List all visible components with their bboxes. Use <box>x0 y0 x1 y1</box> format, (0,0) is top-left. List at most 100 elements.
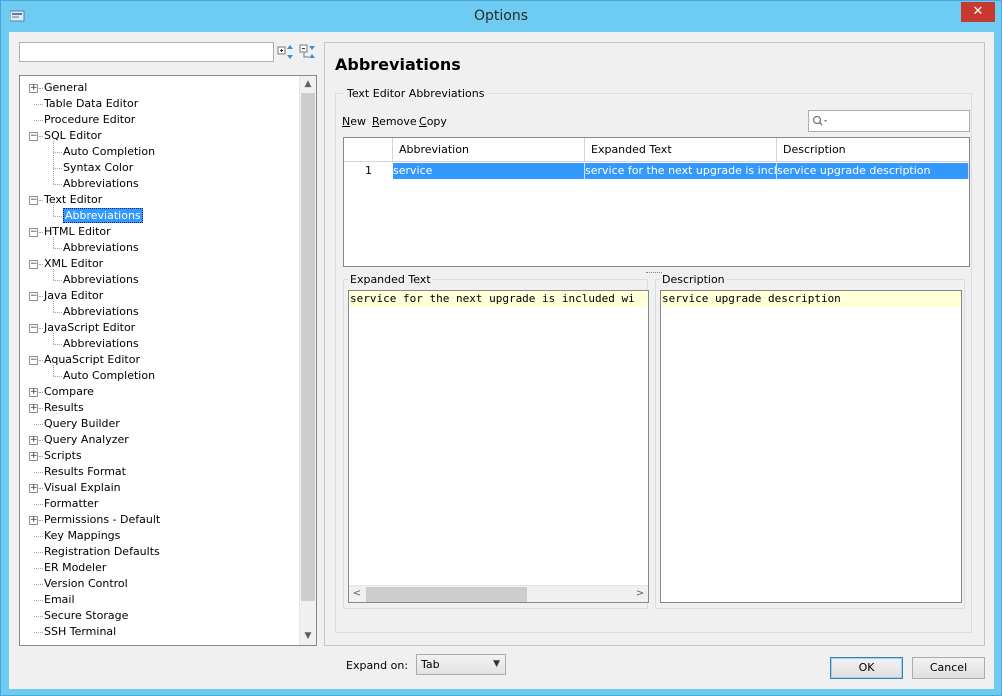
tree-item[interactable]: Auto Completion <box>63 368 155 384</box>
tree-connector <box>39 232 43 233</box>
expand-icon[interactable]: + <box>29 388 38 397</box>
tree-item-label: HTML Editor <box>44 225 111 238</box>
group-label: Text Editor Abbreviations <box>344 87 488 100</box>
collapse-all-icon[interactable] <box>299 43 317 61</box>
tree-item[interactable]: Abbreviations <box>63 240 139 256</box>
tree-connector <box>53 376 62 377</box>
tree-item[interactable]: JavaScript Editor <box>44 320 135 336</box>
tree-item[interactable]: Permissions - Default <box>44 512 160 528</box>
column-header-description[interactable]: Description <box>777 138 969 162</box>
expand-icon[interactable]: + <box>29 452 38 461</box>
cell-expanded-text[interactable]: service for the next upgrade is inclu... <box>585 163 777 179</box>
tree-item[interactable]: Abbreviations <box>63 208 143 224</box>
tree-item[interactable]: ER Modeler <box>44 560 106 576</box>
tree-item[interactable]: Results <box>44 400 84 416</box>
scroll-down-icon[interactable]: ▼ <box>300 628 316 645</box>
column-header-abbreviation[interactable]: Abbreviation <box>393 138 585 162</box>
collapse-icon[interactable]: − <box>29 132 38 141</box>
tree-item[interactable]: Abbreviations <box>63 304 139 320</box>
tree-item[interactable]: Scripts <box>44 448 82 464</box>
close-button[interactable]: ✕ <box>961 2 995 22</box>
tree-item[interactable]: AquaScript Editor <box>44 352 140 368</box>
tree-item[interactable]: SSH Terminal <box>44 624 116 640</box>
expanded-text-scrollbar[interactable]: < > <box>349 585 648 602</box>
tree-item[interactable]: General <box>44 80 87 96</box>
tree-item[interactable]: Formatter <box>44 496 98 512</box>
h-scroll-thumb[interactable] <box>366 587 527 602</box>
expand-icon[interactable]: + <box>29 436 38 445</box>
tree-item[interactable]: Email <box>44 592 75 608</box>
collapse-icon[interactable]: − <box>29 356 38 365</box>
collapse-icon[interactable]: − <box>29 324 38 333</box>
options-tree[interactable]: General + Table Data Editor Procedure Edito… <box>19 75 317 646</box>
tree-connector <box>39 136 43 137</box>
tree-item[interactable]: Registration Defaults <box>44 544 160 560</box>
tree-item[interactable]: Abbreviations <box>63 176 139 192</box>
remove-button[interactable]: Remove <box>372 115 417 128</box>
tree-connector <box>34 584 43 585</box>
tree-item[interactable]: Version Control <box>44 576 128 592</box>
scroll-right-icon[interactable]: > <box>632 586 648 602</box>
tree-item[interactable]: Procedure Editor <box>44 112 135 128</box>
expand-icon[interactable]: + <box>29 404 38 413</box>
tree-item-label: Query Analyzer <box>44 433 129 446</box>
tree-connector <box>53 168 62 169</box>
abbreviations-table[interactable]: Abbreviation Expanded Text Description 1… <box>343 137 970 267</box>
tree-search-input[interactable] <box>19 42 274 62</box>
tree-item-label: Auto Completion <box>63 145 156 158</box>
tree-item[interactable]: HTML Editor <box>44 224 111 240</box>
collapse-icon[interactable]: − <box>29 260 38 269</box>
tree-item-label: Abbreviations <box>63 273 139 286</box>
tree-connector <box>53 205 54 216</box>
tree-item-label: Results <box>44 401 84 414</box>
tree-connector <box>53 333 54 344</box>
cell-abbreviation[interactable]: service <box>393 163 585 179</box>
collapse-icon[interactable]: − <box>29 228 38 237</box>
tree-item[interactable]: Auto Completion <box>63 144 155 160</box>
filter-input[interactable] <box>808 110 970 132</box>
tree-scroll-thumb[interactable] <box>301 93 315 601</box>
collapse-icon[interactable]: − <box>29 196 38 205</box>
tree-item-label: Results Format <box>44 465 126 478</box>
tree-item[interactable]: Results Format <box>44 464 126 480</box>
copy-button[interactable]: Copy <box>419 115 447 128</box>
tree-item[interactable]: Table Data Editor <box>44 96 138 112</box>
tree-item[interactable]: Syntax Color <box>63 160 133 176</box>
expand-all-icon[interactable] <box>277 43 295 61</box>
tree-item[interactable]: Query Builder <box>44 416 120 432</box>
tree-item[interactable]: Visual Explain <box>44 480 121 496</box>
tree-connector <box>39 200 43 201</box>
tree-connector <box>39 408 43 409</box>
tree-item-label: ER Modeler <box>44 561 107 574</box>
close-icon: ✕ <box>972 4 984 19</box>
settings-panel: Abbreviations Text Editor Abbreviations … <box>324 42 985 675</box>
cell-description[interactable]: service upgrade description <box>777 163 969 179</box>
tree-item[interactable]: Secure Storage <box>44 608 128 624</box>
tree-item[interactable]: Key Mappings <box>44 528 120 544</box>
expand-icon[interactable]: + <box>29 484 38 493</box>
ok-button[interactable]: OK <box>830 657 903 679</box>
expand-icon[interactable]: + <box>29 84 38 93</box>
collapse-icon[interactable]: − <box>29 292 38 301</box>
expand-icon[interactable]: + <box>29 516 38 525</box>
tree-scrollbar[interactable]: ▲ ▼ <box>299 76 316 645</box>
description-editor[interactable]: service upgrade description <box>660 290 962 603</box>
tree-item[interactable]: Abbreviations <box>63 272 139 288</box>
table-row[interactable]: 1 service service for the next upgrade i… <box>344 163 969 179</box>
expand-on-select[interactable]: Tab ▼ <box>416 654 506 675</box>
expand-on-label: Expand on: <box>346 659 409 672</box>
title-bar[interactable]: Options ✕ <box>1 1 1001 32</box>
new-button[interactable]: New <box>342 115 366 128</box>
tree-connector <box>34 472 43 473</box>
expanded-text-editor[interactable]: service for the next upgrade is included… <box>348 290 649 603</box>
tree-item[interactable]: Compare <box>44 384 94 400</box>
tree-item[interactable]: Abbreviations <box>63 336 139 352</box>
tree-connector <box>39 360 43 361</box>
column-header-expanded-text[interactable]: Expanded Text <box>585 138 777 162</box>
scroll-up-icon[interactable]: ▲ <box>300 76 316 93</box>
scroll-left-icon[interactable]: < <box>349 586 365 602</box>
tree-connector <box>39 296 43 297</box>
tree-item[interactable]: Query Analyzer <box>44 432 129 448</box>
cancel-button[interactable]: Cancel <box>912 657 985 679</box>
tree-item-label: Email <box>44 593 75 606</box>
